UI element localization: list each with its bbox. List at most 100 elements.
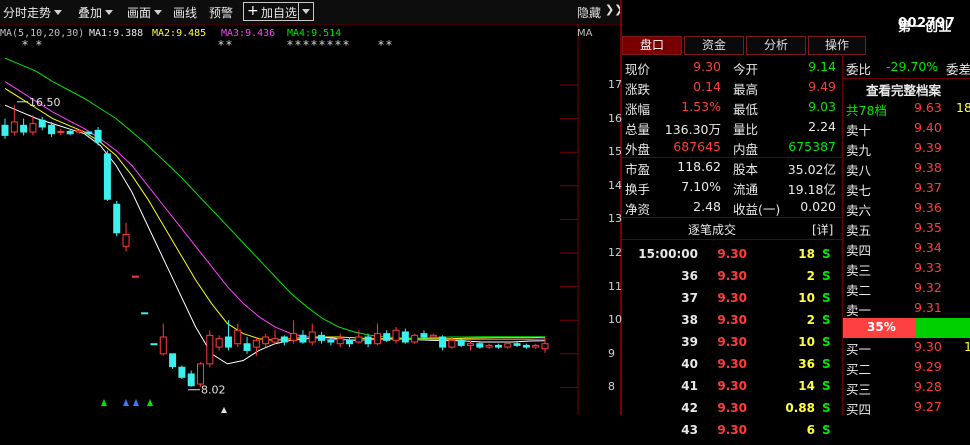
candle — [299, 330, 307, 344]
chart-toolbar: 分时走势 叠加 画面 画线 预警 + 加自选 隐藏 ❯❯ — [0, 0, 623, 25]
quote-row: 净资 2.48 收益(一) 0.020 — [625, 199, 837, 218]
hide-button[interactable]: 隐藏 — [577, 4, 601, 21]
quote-cell: 总量 — [625, 122, 651, 137]
tick-side: S — [822, 269, 831, 283]
tab-analysis[interactable]: 分析 — [746, 36, 806, 55]
ask-row[interactable]: 卖三 9.33 — [846, 260, 970, 280]
info-tabs: 盘口 资金 分析 操作 — [622, 36, 867, 56]
tick-volume: 2 — [806, 313, 815, 327]
full-depth-link[interactable]: 查看完整档案 — [846, 80, 970, 100]
add-favorite-button[interactable]: + 加自选 — [243, 2, 314, 21]
draw-line-button[interactable]: 画线 — [173, 4, 197, 21]
bid-row[interactable]: 买二 9.29 — [846, 359, 970, 379]
signal-arrow-icon — [133, 399, 139, 406]
candle-body-up — [29, 123, 37, 133]
candlestick-chart[interactable]: 16.50 8.02 — [0, 24, 622, 415]
ask-row[interactable]: 卖六 9.36 — [846, 200, 970, 220]
quote-cell: 9.03 — [808, 99, 836, 114]
candle — [532, 343, 540, 349]
quote-cell: 2.24 — [808, 119, 836, 134]
divider — [622, 157, 842, 158]
candle-body-down — [48, 124, 56, 135]
ask-label: 卖九 — [846, 143, 872, 158]
bid-row[interactable]: 买一 9.30 1 — [846, 339, 970, 359]
candle — [457, 338, 465, 348]
ask-price: 9.31 — [914, 300, 942, 315]
candle — [20, 118, 28, 136]
quote-cell: 现价 — [625, 62, 651, 77]
quote-cell: 675387 — [788, 139, 836, 154]
price-tick-label: 11 — [608, 279, 622, 293]
tick-row: 43 9.30 6 S — [622, 423, 840, 445]
candle-body-up — [448, 339, 456, 348]
candle-body-up — [411, 334, 419, 343]
candle-body-down — [476, 343, 484, 348]
candle — [103, 150, 111, 201]
intraday-menu[interactable]: 分时走势 — [3, 4, 63, 21]
signal-arrows — [101, 399, 227, 413]
candle-body-down — [150, 343, 158, 346]
candle-body-up — [159, 336, 167, 355]
candle — [113, 200, 121, 237]
candle-body-up — [429, 334, 437, 338]
ask-row[interactable]: 卖七 9.37 — [846, 180, 970, 200]
quote-cell: 35.02亿 — [787, 162, 836, 177]
candle — [271, 330, 279, 344]
ask-row[interactable]: 卖五 9.35 — [846, 220, 970, 240]
candle-body-down — [345, 339, 353, 345]
bid-label: 买三 — [846, 382, 872, 397]
ask-row[interactable]: 卖二 9.32 — [846, 280, 970, 300]
bid-row[interactable]: 买三 9.28 — [846, 379, 970, 399]
ask-label: 卖七 — [846, 183, 872, 198]
tick-price: 9.30 — [717, 291, 747, 305]
candle-body-up — [10, 121, 18, 133]
tab-funds[interactable]: 资金 — [684, 36, 744, 55]
candle-body-down — [494, 344, 502, 348]
candle-body-up — [541, 343, 549, 350]
ticks-detail-link[interactable]: [详] — [812, 221, 833, 238]
bid-row[interactable]: 买四 9.27 — [846, 399, 970, 419]
ask-row[interactable]: 卖一 9.31 — [846, 300, 970, 320]
candle-body-down — [420, 333, 428, 338]
candle-body-up — [336, 338, 344, 345]
ask-row[interactable]: 卖八 9.38 — [846, 160, 970, 180]
bid-price: 9.30 — [914, 339, 942, 354]
candle — [476, 342, 484, 349]
candle-body-up — [467, 343, 475, 346]
tick-side: S — [822, 313, 831, 327]
ask-label: 卖三 — [846, 263, 872, 278]
overlay-menu[interactable]: 叠加 — [78, 4, 114, 21]
alert-button[interactable]: 预警 — [209, 4, 233, 21]
quote-row: 现价 9.30 今开 9.14 — [625, 59, 837, 78]
candle-body-down — [299, 334, 307, 343]
chevron-down-icon — [105, 10, 114, 15]
ask-row[interactable]: 卖四 9.34 — [846, 240, 970, 260]
signal-arrow-icon — [147, 399, 153, 406]
price-tick-label: 10 — [608, 313, 622, 327]
tick-time: 40 — [681, 357, 698, 371]
tick-side: S — [822, 357, 831, 371]
ticks-header: 逐笔成交 [详] — [622, 218, 840, 238]
bid-price: 9.29 — [914, 359, 942, 374]
add-favorite-dropdown[interactable] — [298, 3, 314, 20]
view-menu[interactable]: 画面 — [127, 4, 163, 21]
tab-operations[interactable]: 操作 — [808, 36, 866, 55]
candle — [318, 331, 326, 344]
quote-cell: 涨幅 — [625, 102, 651, 117]
ask-row[interactable]: 卖九 9.39 — [846, 140, 970, 160]
price-tick-label: 15 — [608, 145, 622, 159]
signal-marks: ** — [218, 38, 234, 52]
bid-label: 买二 — [846, 362, 872, 377]
ask-row[interactable]: 卖十 9.40 — [846, 120, 970, 140]
quote-cell: 118.62 — [677, 159, 721, 174]
candle-body-up — [504, 343, 512, 348]
candle-body-up — [122, 234, 130, 247]
tab-handicap[interactable]: 盘口 — [622, 36, 682, 55]
candle — [252, 337, 260, 356]
quote-cell: 9.49 — [808, 79, 836, 94]
candle — [373, 323, 381, 346]
candle-body-down — [280, 336, 288, 343]
quote-cell: 1.53% — [681, 99, 721, 114]
quote-cell: 最低 — [733, 102, 759, 117]
ticks-title: 逐笔成交 — [688, 223, 737, 237]
